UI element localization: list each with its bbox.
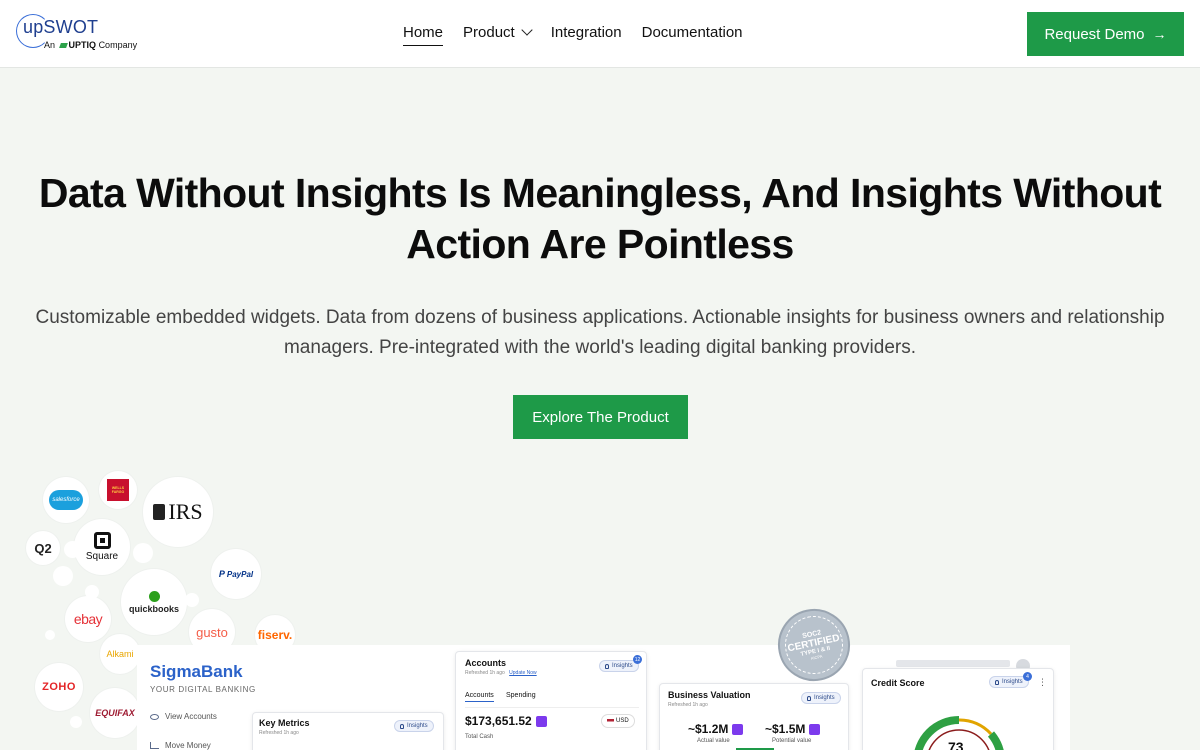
site-header: upSWOT An UPTIQ Company Home Product Int… — [0, 0, 1200, 68]
q2-logo: Q2 — [26, 531, 60, 565]
irs-logo: IRS — [143, 477, 213, 547]
wellsfargo-logo: WELLS FARGO — [99, 471, 137, 509]
decor-bubble — [185, 593, 199, 607]
decor-bubble — [64, 541, 81, 558]
tab-spending[interactable]: Spending — [506, 692, 536, 699]
decor-bubble — [45, 630, 55, 640]
salesforce-logo: salesforce — [43, 477, 89, 523]
insights-button[interactable]: Insights — [801, 692, 841, 704]
lightbulb-icon — [605, 663, 609, 669]
insights-button[interactable]: Insights — [394, 720, 434, 732]
explore-product-button[interactable]: Explore The Product — [513, 395, 688, 439]
alkami-logo: Alkami — [100, 634, 140, 674]
nav-integration[interactable]: Integration — [551, 24, 622, 46]
update-now-link[interactable]: Update Now — [509, 670, 537, 676]
sidebar-item-move-money[interactable]: Move Money — [150, 741, 211, 750]
more-options-icon[interactable]: ⋮ — [1038, 677, 1047, 688]
credit-score-value: 73 — [948, 739, 964, 750]
equifax-logo: EQUIFAX — [90, 688, 140, 738]
bank-name: SigmaBank — [150, 662, 243, 681]
nav-documentation[interactable]: Documentation — [642, 24, 743, 46]
total-cash-label: Total Cash — [465, 734, 494, 740]
decor-bubble — [133, 543, 153, 563]
actual-value: ~$1.2M — [688, 722, 744, 736]
brand-subline: An UPTIQ Company — [44, 40, 138, 50]
sidebar-item-view-accounts[interactable]: View Accounts — [150, 712, 217, 721]
gauge-arc-tail — [987, 731, 1004, 750]
arrow-right-icon: → — [1152, 26, 1167, 42]
square-logo: Square — [74, 519, 130, 575]
ai-icon — [732, 724, 744, 736]
divider — [465, 707, 639, 708]
transfer-icon — [150, 742, 159, 749]
ai-icon — [535, 716, 547, 728]
decor-bubble — [70, 716, 82, 728]
lightbulb-icon — [807, 695, 811, 701]
decor-bubble — [53, 566, 73, 586]
currency-select[interactable]: USD — [601, 714, 635, 728]
brand-logo[interactable]: upSWOT An UPTIQ Company — [16, 14, 138, 54]
decor-bubble — [85, 585, 99, 599]
business-valuation-card: Business Valuation Refreshed 1h ago Insi… — [659, 683, 849, 750]
insights-count-badge: 4 — [1023, 672, 1032, 681]
ai-icon — [809, 724, 821, 736]
eye-icon — [150, 713, 159, 720]
nav-home[interactable]: Home — [403, 24, 444, 46]
scroll-track — [896, 660, 1010, 667]
uptiq-mark-icon — [58, 43, 68, 48]
gauge-arc-warn — [958, 718, 993, 736]
nav-product[interactable]: Product — [463, 24, 533, 46]
total-cash-amount: $173,651.52 — [465, 714, 547, 728]
chevron-down-icon — [521, 24, 533, 36]
ebay-logo: ebay — [65, 596, 111, 642]
bank-tagline: YOUR DIGITAL BANKING — [150, 685, 256, 694]
brand-name: upSWOT — [23, 17, 99, 37]
quickbooks-logo: quickbooks — [121, 569, 187, 635]
credit-score-card: Credit Score Insights 4 ⋮ 73 — [862, 668, 1054, 750]
hero-subtitle: Customizable embedded widgets. Data from… — [35, 307, 1165, 358]
accounts-card: Accounts Refreshed 1h ago Update Now Ins… — [455, 651, 647, 750]
request-demo-button[interactable]: Request Demo → — [1027, 12, 1184, 56]
potential-value: ~$1.5M — [765, 722, 821, 736]
key-metrics-card: Key Metrics Refreshed 1h ago Insights — [252, 712, 444, 750]
zoho-logo: ZOHO — [35, 663, 83, 711]
hero-title: Data Without Insights Is Meaningless, An… — [38, 170, 1162, 267]
main-nav: Home Product Integration Documentation — [403, 24, 763, 46]
lightbulb-icon — [995, 679, 999, 685]
us-flag-icon — [607, 718, 614, 724]
tab-accounts[interactable]: Accounts — [465, 692, 494, 702]
insights-count-badge: 12 — [633, 655, 642, 664]
paypal-icon: P — [218, 569, 225, 579]
eagle-icon — [153, 504, 166, 520]
quickbooks-icon — [148, 590, 160, 602]
square-icon — [93, 532, 111, 549]
lightbulb-icon — [400, 723, 404, 729]
paypal-logo: P PayPal — [211, 549, 261, 599]
